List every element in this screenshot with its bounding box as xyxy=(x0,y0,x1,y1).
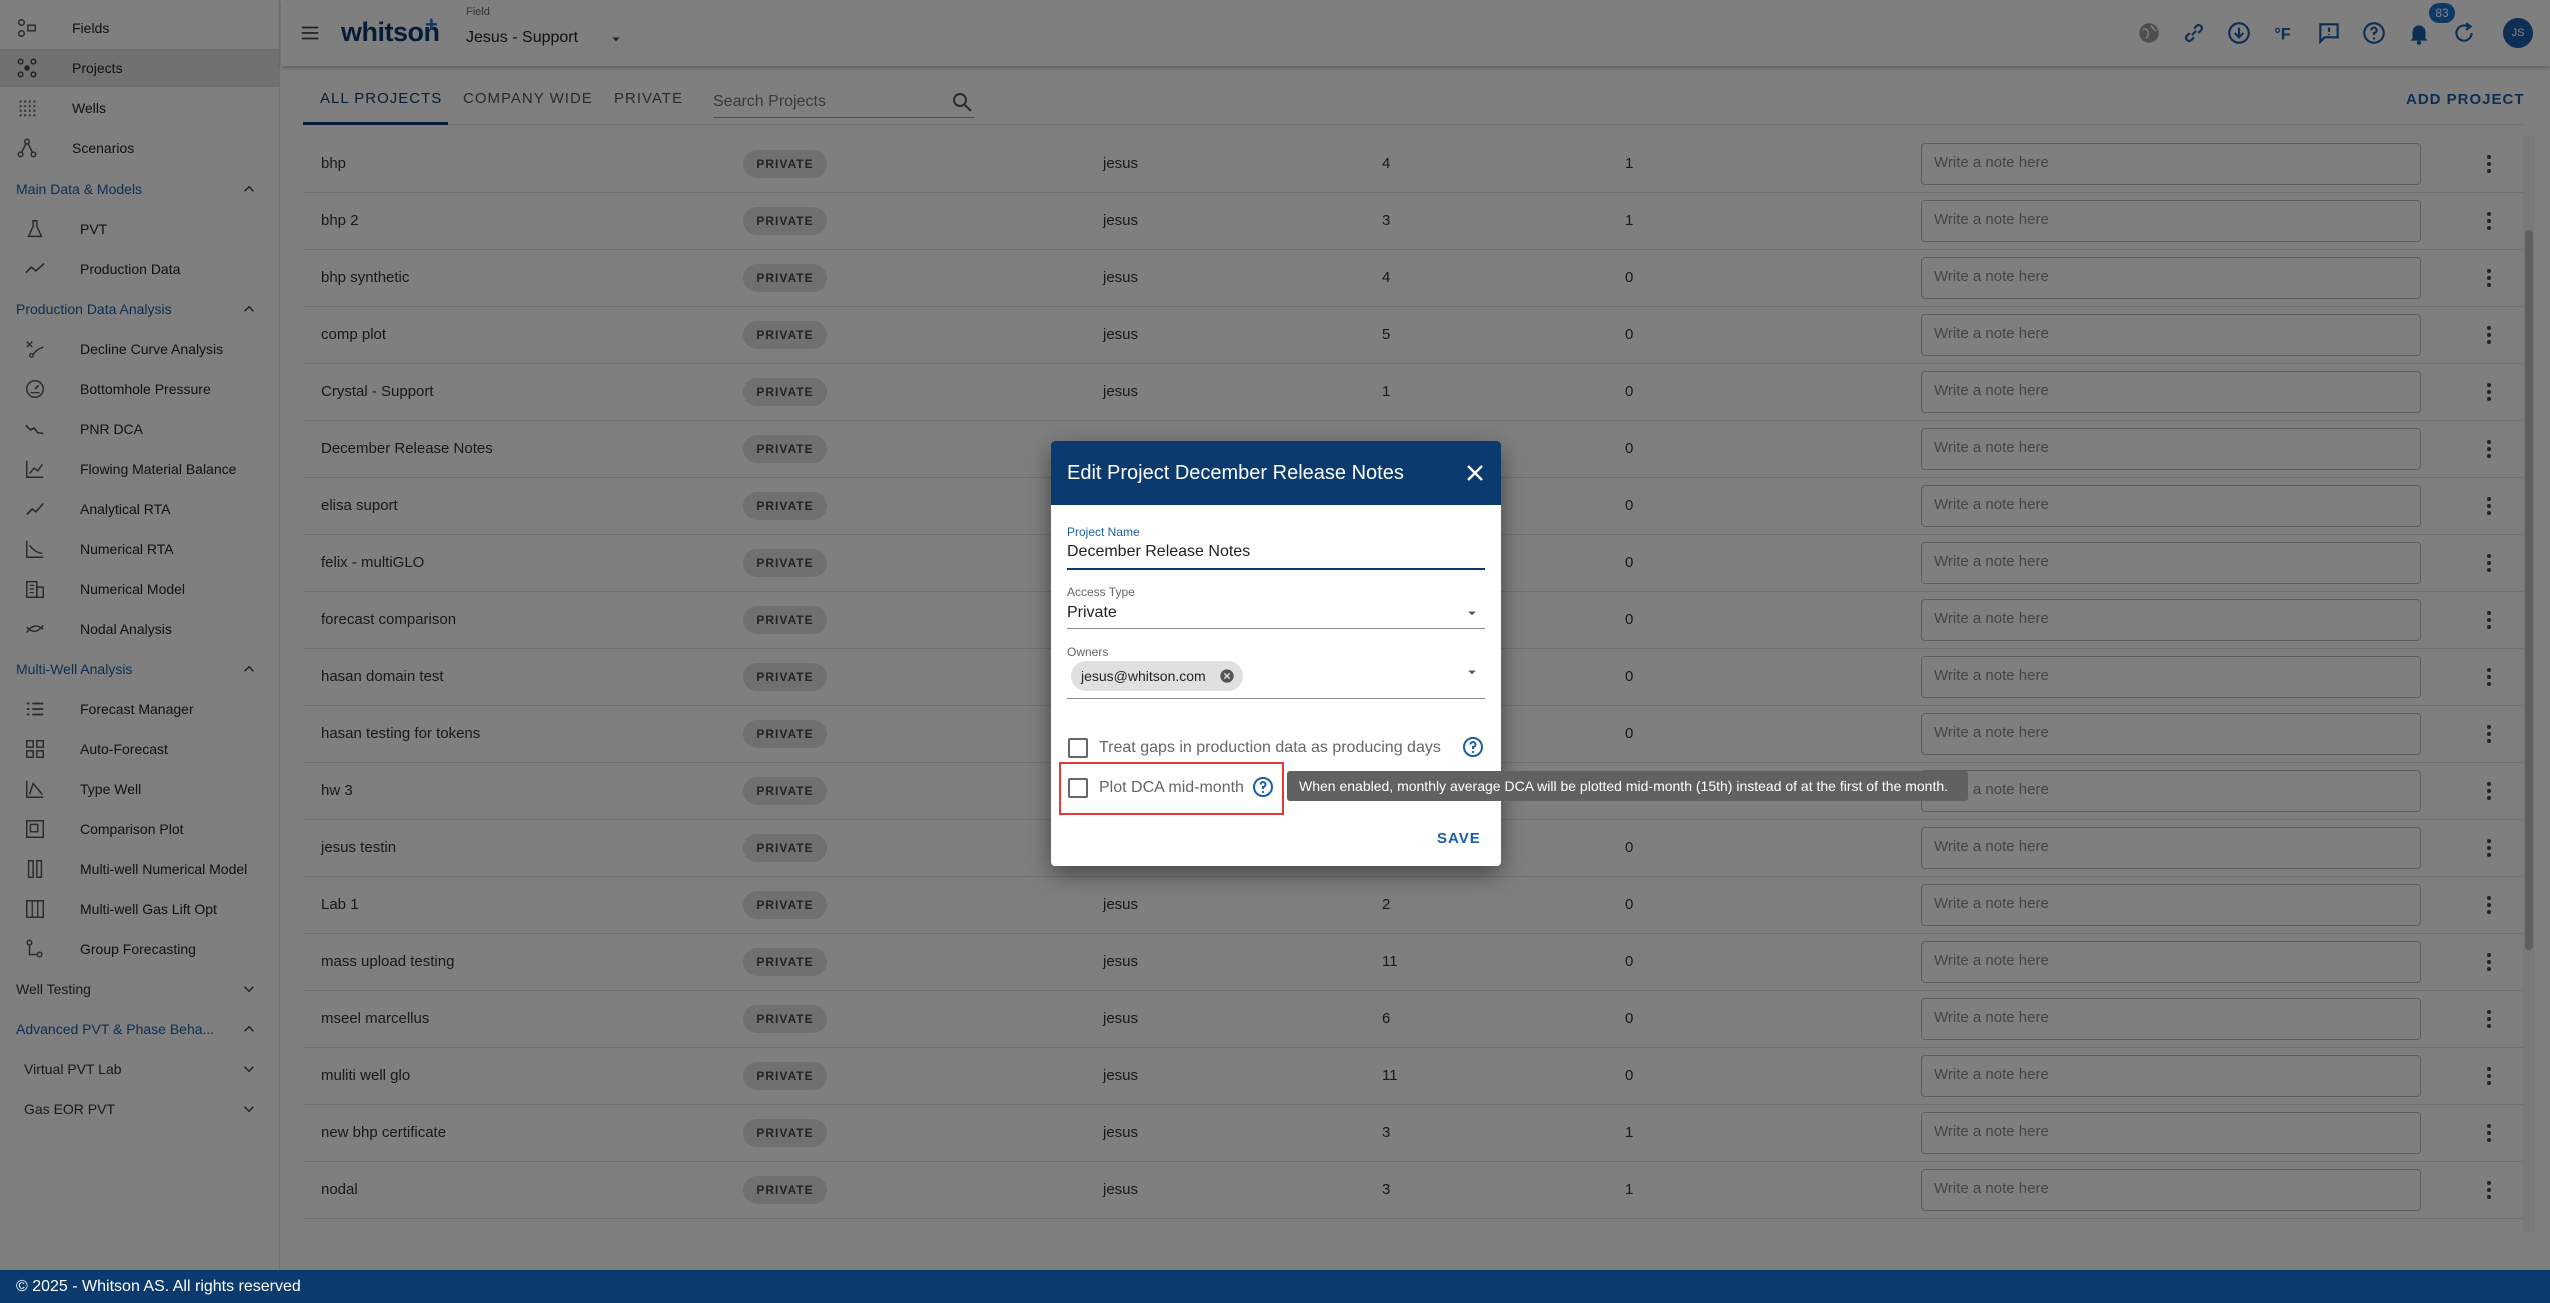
close-icon[interactable] xyxy=(1463,461,1487,485)
access-type-underline xyxy=(1067,628,1485,629)
owner-chip: jesus@whitson.com xyxy=(1071,661,1243,691)
dialog-title: Edit Project December Release Notes xyxy=(1067,462,1404,484)
access-type-select[interactable]: Private xyxy=(1067,604,1117,622)
treat-gaps-label: Treat gaps in production data as produci… xyxy=(1099,739,1441,756)
owner-chip-label: jesus@whitson.com xyxy=(1081,668,1206,684)
treat-gaps-checkbox[interactable] xyxy=(1068,738,1088,758)
dialog-header: Edit Project December Release Notes xyxy=(1051,441,1501,505)
project-name-field[interactable] xyxy=(1067,540,1485,564)
dropdown-arrow-icon[interactable] xyxy=(1463,604,1481,622)
tooltip: When enabled, monthly average DCA will b… xyxy=(1287,771,1968,801)
tooltip-text: When enabled, monthly average DCA will b… xyxy=(1299,778,1949,794)
owners-label: Owners xyxy=(1067,645,1109,659)
dropdown-arrow-icon[interactable] xyxy=(1463,663,1481,681)
footer: © 2025 - Whitson AS. All rights reserved xyxy=(0,1270,2550,1303)
project-name-label: Project Name xyxy=(1067,525,1140,539)
project-name-underline xyxy=(1067,568,1485,570)
help-icon[interactable] xyxy=(1461,735,1485,759)
remove-chip-icon[interactable] xyxy=(1219,668,1235,684)
copyright-text: © 2025 - Whitson AS. All rights reserved xyxy=(16,1278,301,1295)
highlight-box xyxy=(1059,762,1284,815)
access-type-label: Access Type xyxy=(1067,585,1135,599)
save-button[interactable]: SAVE xyxy=(1437,830,1481,847)
owners-underline xyxy=(1067,698,1485,699)
